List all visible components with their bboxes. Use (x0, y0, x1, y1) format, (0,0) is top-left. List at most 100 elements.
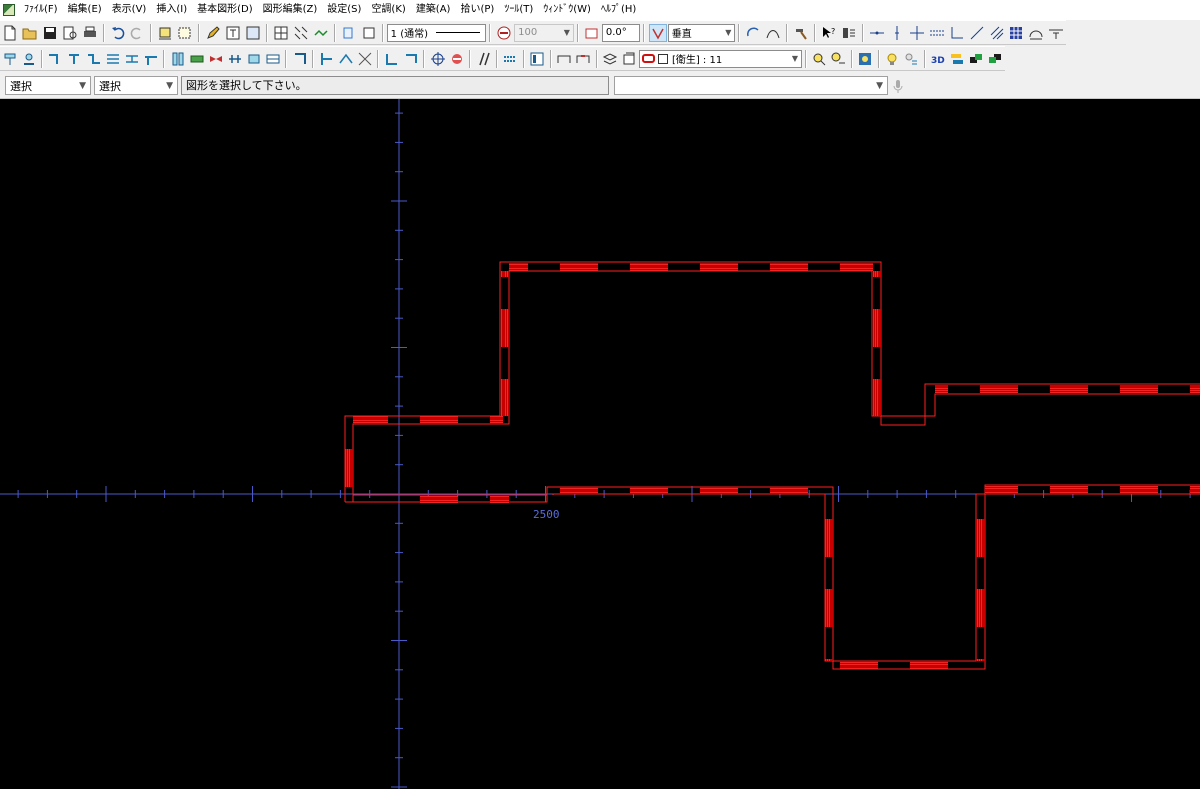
angle-input[interactable]: 0.0° (601, 23, 640, 42)
layer-icon[interactable] (360, 24, 378, 42)
menu-file[interactable]: ﾌｧｲﾙ(F) (19, 0, 63, 20)
snap-icon[interactable] (292, 24, 310, 42)
app-icon[interactable] (3, 4, 15, 16)
direction-select[interactable]: 垂直 ▼ (667, 23, 736, 42)
hammer-icon[interactable] (792, 24, 810, 42)
menu-edit[interactable]: 編集(E) (63, 0, 107, 20)
crosshair-icon[interactable] (429, 50, 446, 68)
menu-takeoff[interactable]: 拾い(P) (455, 0, 499, 20)
cad-drawing[interactable]: 2500 (0, 99, 1200, 789)
pump-icon[interactable] (264, 50, 281, 68)
cross-line-icon[interactable] (908, 24, 926, 42)
pipe-stretch-icon[interactable] (402, 50, 419, 68)
flange-icon[interactable] (245, 50, 262, 68)
pipe-tee-icon[interactable] (142, 50, 159, 68)
line-point-icon[interactable] (868, 24, 886, 42)
red-duct-path[interactable] (344, 261, 1200, 670)
resize-icon[interactable] (356, 50, 373, 68)
pipe-reducer-icon[interactable] (104, 50, 121, 68)
parallel-line-icon[interactable] (928, 24, 946, 42)
connect-icon[interactable] (337, 50, 354, 68)
microphone-icon[interactable] (889, 77, 907, 95)
drawing-canvas[interactable]: 2500 (0, 99, 1200, 789)
angle-icon[interactable] (583, 24, 601, 42)
duct-icon[interactable] (169, 50, 186, 68)
bracket-icon[interactable] (556, 50, 573, 68)
offset-line-icon[interactable] (948, 24, 966, 42)
property-icon[interactable] (340, 24, 358, 42)
fitting-icon[interactable] (226, 50, 243, 68)
help-cursor-icon[interactable]: ? (820, 24, 838, 42)
menu-help[interactable]: ﾍﾙﾌﾟ(H) (596, 0, 641, 20)
bring-front-icon[interactable] (968, 50, 985, 68)
pipe-branch-icon[interactable] (66, 50, 83, 68)
menu-view[interactable]: 表示(V) (107, 0, 152, 20)
menu-hvac[interactable]: 空調(K) (366, 0, 410, 20)
3d-view-icon[interactable]: 3D (930, 50, 947, 68)
no-entry-icon[interactable] (448, 50, 465, 68)
select-area-icon[interactable] (176, 24, 194, 42)
layers-stack-icon[interactable] (602, 50, 619, 68)
text-frame-icon[interactable] (224, 24, 242, 42)
layer-select[interactable]: [衛生] : 11 ▼ (638, 49, 802, 68)
slope-icon[interactable] (291, 50, 308, 68)
arc-text-icon[interactable] (1027, 24, 1045, 42)
menu-settings[interactable]: 設定(S) (322, 0, 366, 20)
menu-basic-shapes[interactable]: 基本図形(D) (192, 0, 258, 20)
dimension-icon[interactable] (156, 24, 174, 42)
equipment-icon[interactable] (188, 50, 205, 68)
line-type-select[interactable]: 1 (通常) (386, 23, 487, 42)
send-back-icon[interactable] (987, 50, 1004, 68)
line-width-icon[interactable] (495, 24, 513, 42)
rotate-icon[interactable] (744, 24, 762, 42)
symbol-icon[interactable] (1, 50, 18, 68)
line-width-select[interactable]: 100 ▼ (514, 23, 574, 42)
bulb-on-icon[interactable] (884, 50, 901, 68)
save-icon[interactable] (41, 24, 59, 42)
palette-icon[interactable] (857, 50, 874, 68)
double-slash-icon[interactable] (475, 50, 492, 68)
drawing-toolbar: [衛生] : 11 ▼ 3D (0, 46, 1005, 71)
zoom-window-icon[interactable] (244, 24, 262, 42)
menu-tools[interactable]: ﾂｰﾙ(T) (499, 0, 538, 20)
menu-window[interactable]: ｳｨﾝﾄﾞｳ(W) (538, 0, 596, 20)
open-folder-icon[interactable] (21, 24, 39, 42)
diagonal-line-icon[interactable] (968, 24, 986, 42)
curve-icon[interactable] (764, 24, 782, 42)
fill-grid-icon[interactable] (1008, 24, 1026, 42)
pencil-edit-icon[interactable] (204, 24, 222, 42)
pipe-draw-icon[interactable] (47, 50, 64, 68)
pipe-move-icon[interactable] (383, 50, 400, 68)
print-preview-icon[interactable] (61, 24, 79, 42)
valve-icon[interactable] (207, 50, 224, 68)
insulation-icon[interactable] (502, 50, 519, 68)
command-input-combo[interactable]: ▼ (614, 76, 888, 95)
hatch-icon[interactable] (988, 24, 1006, 42)
new-file-icon[interactable] (1, 24, 19, 42)
measure-icon[interactable] (840, 24, 858, 42)
table-icon[interactable] (529, 50, 546, 68)
break-line-icon[interactable] (1047, 24, 1065, 42)
bulb-settings-icon[interactable] (903, 50, 920, 68)
select-mode-combo-2[interactable]: 選択 ▼ (94, 76, 178, 95)
grid-icon[interactable] (272, 24, 290, 42)
print-icon[interactable] (81, 24, 99, 42)
pipe-elbow-icon[interactable] (85, 50, 102, 68)
layer-manage-icon[interactable] (621, 50, 638, 68)
undo-icon[interactable] (109, 24, 127, 42)
bracket-red-icon[interactable] (575, 50, 592, 68)
light-search-icon[interactable] (811, 50, 828, 68)
menu-insert[interactable]: 挿入(I) (151, 0, 192, 20)
select-mode-combo-1[interactable]: 選択 ▼ (5, 76, 91, 95)
menu-architecture[interactable]: 建築(A) (411, 0, 456, 20)
riser-icon[interactable] (318, 50, 335, 68)
vertical-line-icon[interactable] (888, 24, 906, 42)
ortho-icon[interactable] (648, 23, 667, 42)
link-icon[interactable] (312, 24, 330, 42)
menu-shape-edit[interactable]: 図形編集(Z) (258, 0, 323, 20)
3d-render-icon[interactable] (949, 50, 966, 68)
stamp-icon[interactable] (20, 50, 37, 68)
light-list-icon[interactable] (830, 50, 847, 68)
pipe-parallel-icon[interactable] (123, 50, 140, 68)
redo-icon[interactable] (129, 24, 147, 42)
